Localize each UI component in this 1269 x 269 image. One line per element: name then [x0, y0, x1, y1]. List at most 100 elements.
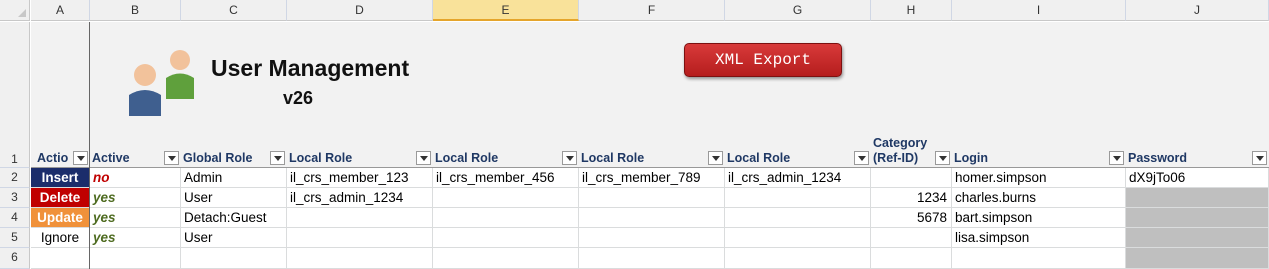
global-role-cell[interactable]: User — [181, 228, 287, 248]
filter-dropdown-icon[interactable] — [164, 151, 179, 165]
local-role-cell[interactable]: il_crs_admin_1234 — [287, 188, 433, 208]
column-header-j[interactable]: J — [1126, 0, 1269, 21]
header-local-role-1: Local Role — [287, 138, 433, 168]
version-label: v26 — [283, 88, 314, 108]
local-role-cell[interactable]: il_crs_member_123 — [287, 168, 433, 188]
header-action-label: Actio — [37, 151, 69, 165]
column-header-b[interactable]: B — [90, 0, 181, 21]
header-local-role-label: Local Role — [435, 151, 499, 165]
active-cell[interactable]: yes — [90, 208, 181, 228]
filter-dropdown-icon[interactable] — [416, 151, 431, 165]
category-cell[interactable]: 1234 — [871, 188, 952, 208]
filter-dropdown-icon[interactable] — [708, 151, 723, 165]
password-cell[interactable]: dX9jTo06 — [1126, 168, 1269, 188]
password-cell[interactable] — [1126, 228, 1269, 248]
row-header-4[interactable]: 4 — [0, 208, 30, 228]
action-cell-insert[interactable]: Insert — [31, 168, 90, 188]
column-header-g[interactable]: G — [725, 0, 871, 21]
empty-cell[interactable] — [579, 248, 725, 269]
header-password-label: Password — [1128, 151, 1188, 165]
page-title: User Management — [211, 55, 410, 81]
login-cell[interactable]: charles.burns — [952, 188, 1126, 208]
column-header-a[interactable]: A — [31, 0, 90, 21]
action-cell-ignore[interactable]: Ignore — [31, 228, 90, 248]
empty-cell[interactable] — [287, 248, 433, 269]
header-category: Category (Ref-ID) — [871, 136, 952, 168]
login-cell[interactable]: lisa.simpson — [952, 228, 1126, 248]
filter-dropdown-icon[interactable] — [854, 151, 869, 165]
column-header-f[interactable]: F — [579, 0, 725, 21]
filter-dropdown-icon[interactable] — [935, 151, 950, 165]
global-role-cell[interactable]: Admin — [181, 168, 287, 188]
local-role-cell[interactable] — [725, 208, 871, 228]
local-role-cell[interactable] — [579, 188, 725, 208]
empty-cell[interactable] — [1126, 248, 1269, 269]
category-cell[interactable]: 5678 — [871, 208, 952, 228]
local-role-cell[interactable]: il_crs_member_789 — [579, 168, 725, 188]
empty-cell[interactable] — [725, 248, 871, 269]
global-role-cell[interactable]: User — [181, 188, 287, 208]
local-role-cell[interactable] — [433, 188, 579, 208]
filter-dropdown-icon[interactable] — [270, 151, 285, 165]
action-cell-delete[interactable]: Delete — [31, 188, 90, 208]
column-header-e[interactable]: E — [433, 0, 579, 21]
local-role-cell[interactable] — [287, 208, 433, 228]
password-cell[interactable] — [1126, 208, 1269, 228]
empty-cell[interactable] — [181, 248, 287, 269]
header-password: Password — [1126, 138, 1269, 168]
header-active: Active — [90, 138, 181, 168]
empty-cell[interactable] — [433, 248, 579, 269]
empty-cell[interactable] — [31, 248, 90, 269]
column-header-c[interactable]: C — [181, 0, 287, 21]
filter-dropdown-icon[interactable] — [1109, 151, 1124, 165]
row-header-1[interactable]: 1 — [0, 22, 30, 168]
row-header-5[interactable]: 5 — [0, 228, 30, 248]
row-header-2[interactable]: 2 — [0, 168, 30, 188]
header-login-label: Login — [954, 151, 989, 165]
header-local-role-2: Local Role — [433, 138, 579, 168]
filter-dropdown-icon[interactable] — [562, 151, 577, 165]
header-local-role-label: Local Role — [289, 151, 353, 165]
header-local-role-label: Local Role — [727, 151, 791, 165]
global-role-cell[interactable]: Detach:Guest — [181, 208, 287, 228]
header-global-role: Global Role — [181, 138, 287, 168]
column-header-h[interactable]: H — [871, 0, 952, 21]
local-role-cell[interactable]: il_crs_member_456 — [433, 168, 579, 188]
xml-export-button[interactable]: XML Export — [684, 43, 842, 77]
local-role-cell[interactable] — [725, 228, 871, 248]
column-header-i[interactable]: I — [952, 0, 1126, 21]
empty-cell[interactable] — [871, 248, 952, 269]
column-header-d[interactable]: D — [287, 0, 433, 21]
local-role-cell[interactable] — [725, 188, 871, 208]
filter-dropdown-icon[interactable] — [73, 151, 88, 165]
row-header-6[interactable]: 6 — [0, 248, 30, 269]
users-icon — [129, 50, 194, 116]
login-cell[interactable]: bart.simpson — [952, 208, 1126, 228]
spreadsheet: A B C D E F G H I J 1 2 3 4 5 6 User Man… — [0, 0, 1269, 269]
empty-cell[interactable] — [952, 248, 1126, 269]
header-local-role-4: Local Role — [725, 138, 871, 168]
local-role-cell[interactable] — [579, 228, 725, 248]
filter-dropdown-icon[interactable] — [1252, 151, 1267, 165]
active-cell[interactable]: yes — [90, 228, 181, 248]
local-role-cell[interactable]: il_crs_admin_1234 — [725, 168, 871, 188]
header-category-label: Category — [873, 136, 928, 150]
local-role-cell[interactable] — [579, 208, 725, 228]
row-header-3[interactable]: 3 — [0, 188, 30, 208]
select-all-corner[interactable] — [0, 0, 30, 21]
action-cell-update[interactable]: Update — [31, 208, 90, 228]
active-cell[interactable]: yes — [90, 188, 181, 208]
local-role-cell[interactable] — [433, 228, 579, 248]
active-cell[interactable]: no — [90, 168, 181, 188]
local-role-cell[interactable] — [287, 228, 433, 248]
freeze-pane-divider — [89, 22, 90, 269]
empty-cell[interactable] — [90, 248, 181, 269]
header-local-role-label: Local Role — [581, 151, 645, 165]
header-local-role-3: Local Role — [579, 138, 725, 168]
login-cell[interactable]: homer.simpson — [952, 168, 1126, 188]
password-cell[interactable] — [1126, 188, 1269, 208]
local-role-cell[interactable] — [433, 208, 579, 228]
category-cell[interactable] — [871, 228, 952, 248]
category-cell[interactable] — [871, 168, 952, 188]
header-category-sub-label: (Ref-ID) — [873, 151, 919, 165]
